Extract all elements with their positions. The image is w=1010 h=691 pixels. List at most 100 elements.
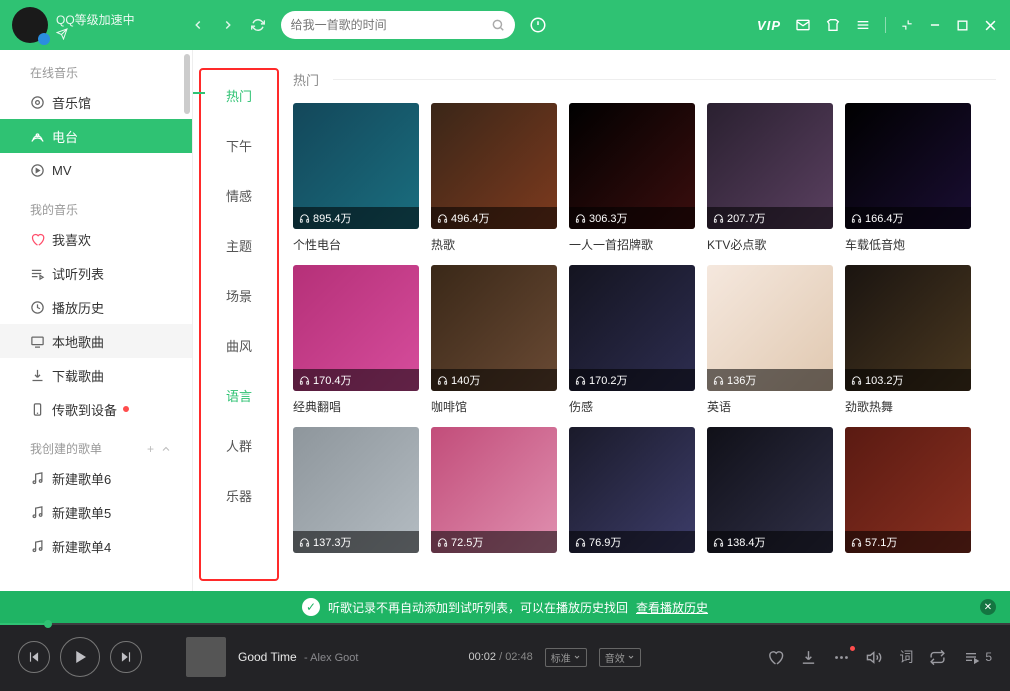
category-item[interactable]: 热门 — [201, 70, 277, 120]
quality-pill[interactable]: 标准 — [545, 648, 587, 667]
volume-button[interactable] — [866, 649, 883, 666]
card-label: 热歌 — [431, 236, 557, 253]
sidebar-item-radio[interactable]: 电台 — [0, 119, 192, 153]
shirt-icon[interactable] — [825, 17, 841, 33]
menu-icon[interactable] — [855, 17, 871, 33]
banner-close-button[interactable]: ✕ — [980, 599, 996, 615]
search-box[interactable] — [281, 11, 515, 39]
sidebar-item-local[interactable]: 本地歌曲 — [0, 324, 192, 358]
sidebar-item-music-hall[interactable]: 音乐馆 — [0, 85, 192, 119]
station-card[interactable]: 207.7万KTV必点歌 — [707, 103, 833, 253]
station-card[interactable]: 170.4万经典翻唱 — [293, 265, 419, 415]
play-button[interactable] — [60, 637, 100, 677]
banner-link[interactable]: 查看播放历史 — [636, 599, 708, 616]
sidebar-item-downloads[interactable]: 下载歌曲 — [0, 358, 192, 392]
headphone-icon — [575, 213, 586, 224]
lyrics-button[interactable]: 词 — [899, 647, 913, 667]
more-button[interactable] — [833, 649, 850, 666]
station-card[interactable]: 103.2万劲歌热舞 — [845, 265, 971, 415]
station-card[interactable]: 57.1万 — [845, 427, 971, 560]
station-card[interactable]: 72.5万 — [431, 427, 557, 560]
queue-button[interactable]: 5 — [964, 649, 992, 665]
add-playlist-button[interactable]: + — [147, 442, 154, 456]
station-card[interactable]: 895.4万个性电台 — [293, 103, 419, 253]
sidebar-item-trial-listen[interactable]: 试听列表 — [0, 256, 192, 290]
headphone-icon — [713, 375, 724, 386]
card-thumbnail: 170.2万 — [569, 265, 695, 391]
effect-pill[interactable]: 音效 — [599, 648, 641, 667]
sidebar-section-playlists: 我创建的歌单 + — [0, 426, 192, 461]
sidebar-item-mv[interactable]: MV — [0, 153, 192, 187]
collapse-playlists-button[interactable] — [160, 443, 172, 455]
player-bar: Good Time - Alex Goot 00:02 / 02:48 标准 音… — [0, 623, 1010, 691]
card-thumbnail: 895.4万 — [293, 103, 419, 229]
search-input[interactable] — [291, 18, 491, 32]
separator — [885, 17, 886, 33]
category-item[interactable]: 场景 — [201, 270, 277, 320]
play-count: 306.3万 — [569, 207, 695, 229]
next-button[interactable] — [110, 641, 142, 673]
scrollbar[interactable] — [184, 54, 190, 114]
headphone-icon — [299, 213, 310, 224]
card-thumbnail: 496.4万 — [431, 103, 557, 229]
sidebar-playlist-item[interactable]: 新建歌单4 — [0, 529, 192, 563]
headphone-icon — [851, 375, 862, 386]
nav-back-button[interactable] — [191, 18, 205, 32]
sidebar-item-transfer[interactable]: 传歌到设备 — [0, 392, 192, 426]
category-item[interactable]: 主题 — [201, 220, 277, 270]
recognize-button[interactable] — [529, 16, 547, 34]
station-card[interactable]: 138.4万 — [707, 427, 833, 560]
section-title: 热门 — [293, 70, 319, 89]
station-card[interactable]: 496.4万热歌 — [431, 103, 557, 253]
category-item[interactable]: 下午 — [201, 120, 277, 170]
category-item[interactable]: 人群 — [201, 420, 277, 470]
avatar[interactable] — [12, 7, 48, 43]
loop-button[interactable] — [929, 649, 946, 666]
sidebar-section-online: 在线音乐 — [0, 50, 192, 85]
mail-icon[interactable] — [795, 17, 811, 33]
category-item[interactable]: 乐器 — [201, 470, 277, 520]
card-label: 劲歌热舞 — [845, 398, 971, 415]
sidebar-item-favorites[interactable]: 我喜欢 — [0, 222, 192, 256]
list-icon — [30, 266, 52, 281]
music-note-icon — [30, 539, 52, 554]
station-card[interactable]: 140万咖啡馆 — [431, 265, 557, 415]
card-thumbnail: 103.2万 — [845, 265, 971, 391]
card-thumbnail: 137.3万 — [293, 427, 419, 553]
progress-track[interactable] — [0, 623, 1010, 625]
download-button[interactable] — [800, 649, 817, 666]
refresh-button[interactable] — [251, 18, 265, 32]
close-icon[interactable] — [983, 18, 998, 33]
card-label: 个性电台 — [293, 236, 419, 253]
maximize-icon[interactable] — [956, 19, 969, 32]
station-card[interactable]: 170.2万伤感 — [569, 265, 695, 415]
minimize-icon[interactable] — [928, 18, 942, 32]
station-card[interactable]: 306.3万一人一首招牌歌 — [569, 103, 695, 253]
track-artwork[interactable] — [186, 637, 226, 677]
station-card[interactable]: 76.9万 — [569, 427, 695, 560]
mini-mode-icon[interactable] — [900, 18, 914, 32]
track-info[interactable]: Good Time - Alex Goot — [238, 650, 358, 664]
category-list: 热门 下午 情感 主题 场景 曲风 语言 人群 乐器 — [199, 68, 279, 581]
like-button[interactable] — [767, 649, 784, 666]
card-thumbnail: 72.5万 — [431, 427, 557, 553]
card-thumbnail: 207.7万 — [707, 103, 833, 229]
nav-forward-button[interactable] — [221, 18, 235, 32]
sidebar-section-mine: 我的音乐 — [0, 187, 192, 222]
category-item[interactable]: 语言 — [201, 370, 277, 420]
category-item[interactable]: 曲风 — [201, 320, 277, 370]
prev-button[interactable] — [18, 641, 50, 673]
play-count: 207.7万 — [707, 207, 833, 229]
headphone-icon — [851, 213, 862, 224]
sidebar-playlist-item[interactable]: 新建歌单5 — [0, 495, 192, 529]
search-icon[interactable] — [491, 18, 505, 32]
category-item[interactable]: 情感 — [201, 170, 277, 220]
headphone-icon — [299, 537, 310, 548]
play-count: 57.1万 — [845, 531, 971, 553]
station-card[interactable]: 137.3万 — [293, 427, 419, 560]
station-card[interactable]: 136万英语 — [707, 265, 833, 415]
station-card[interactable]: 166.4万车载低音炮 — [845, 103, 971, 253]
vip-label[interactable]: VIP — [757, 18, 781, 33]
sidebar-item-history[interactable]: 播放历史 — [0, 290, 192, 324]
sidebar-playlist-item[interactable]: 新建歌单6 — [0, 461, 192, 495]
